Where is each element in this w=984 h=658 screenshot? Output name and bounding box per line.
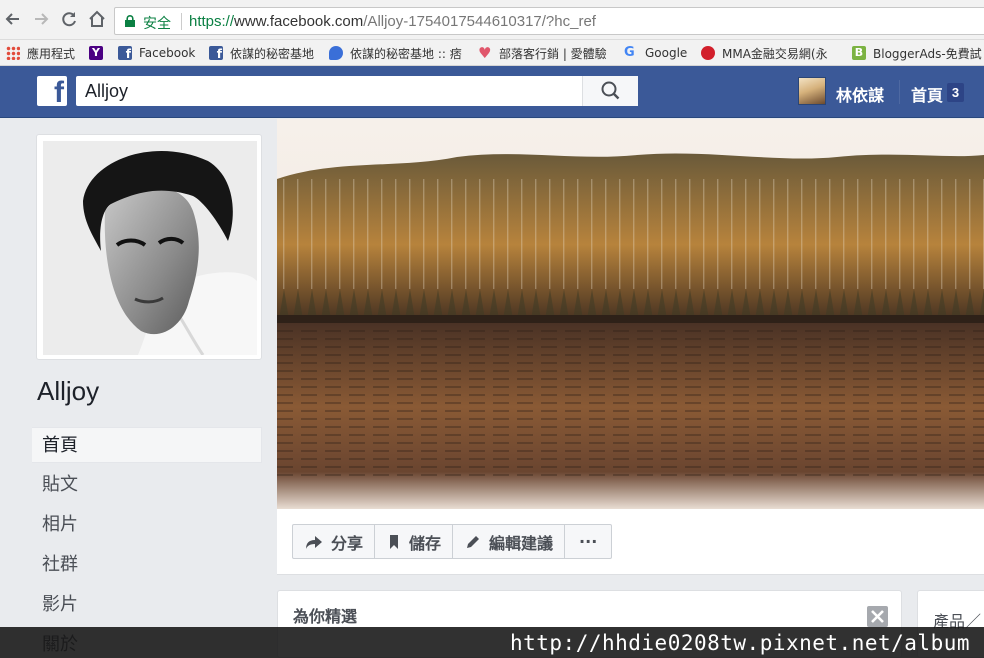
bookmarks-bar: 應用程式 Y f Facebook f 依謀的秘密基地 依謀的秘密基地 :: 痞… <box>0 40 984 66</box>
facebook-header: f 林依謀 首頁 3 <box>0 66 984 118</box>
nav-item-videos[interactable]: 影片 <box>32 587 262 623</box>
facebook-logo-icon[interactable]: f <box>37 76 67 109</box>
url-path: /Alljoy-1754017544610317/?hc_ref <box>363 13 596 30</box>
bookmark-mma[interactable]: MMA金融交易網(永 <box>701 44 828 62</box>
url-host: www.facebook.com <box>234 13 364 30</box>
page-title: Alljoy <box>37 376 100 406</box>
bookmark-label: Facebook <box>139 46 196 60</box>
bookmark-google[interactable]: G Google <box>624 44 687 62</box>
bookmark-icon <box>390 534 399 549</box>
bookmark-secret-base-pixnet[interactable]: 依謀的秘密基地 :: 痞 <box>329 44 462 62</box>
cover-photo[interactable] <box>277 119 984 509</box>
page-actions-bar: 分享 儲存 編輯建議 ··· <box>277 509 984 575</box>
bookmark-blogger-marketing[interactable]: ♥ 部落客行銷 | 愛體驗 <box>478 44 607 62</box>
url-protocol: https:// <box>189 13 235 30</box>
bookmark-secret-base[interactable]: f 依謀的秘密基地 <box>209 44 314 62</box>
reload-icon[interactable] <box>58 9 80 31</box>
suggest-edits-label: 編輯建議 <box>489 533 554 553</box>
more-icon: ··· <box>579 532 598 551</box>
page-profile-picture[interactable] <box>36 134 262 360</box>
search-button[interactable] <box>582 76 638 106</box>
divider <box>899 80 900 104</box>
share-button[interactable]: 分享 <box>293 525 376 558</box>
mma-icon <box>701 46 715 60</box>
bookmark-bloggerads[interactable]: B BloggerAds-免費試 <box>852 44 982 62</box>
facebook-icon: f <box>209 46 223 61</box>
more-button[interactable]: ··· <box>565 525 611 558</box>
bookmark-yahoo[interactable]: Y <box>89 44 110 62</box>
secure-label: 安全 <box>143 16 171 32</box>
pixnet-icon <box>329 46 343 60</box>
profile-photo <box>43 141 257 355</box>
nav-item-posts[interactable]: 貼文 <box>32 467 262 503</box>
home-count-badge: 3 <box>947 83 964 102</box>
home-link[interactable]: 首頁 <box>911 82 943 106</box>
close-icon[interactable] <box>867 606 888 627</box>
watermark-text: http://hhdie0208tw.pixnet.net/album <box>509 631 970 655</box>
back-icon[interactable] <box>2 9 24 31</box>
yahoo-icon: Y <box>89 46 103 60</box>
facebook-logo-letter: f <box>54 76 64 109</box>
nav-item-home[interactable]: 首頁 <box>32 427 262 463</box>
apps-grid-icon <box>6 46 20 60</box>
share-icon <box>306 535 322 549</box>
avatar[interactable] <box>798 77 826 105</box>
suggest-edits-button[interactable]: 編輯建議 <box>453 525 566 558</box>
divider <box>181 13 182 30</box>
search-icon <box>601 81 620 100</box>
bookmark-label: Google <box>645 46 688 60</box>
bookmark-label: MMA金融交易網(永 <box>722 46 828 61</box>
save-label: 儲存 <box>409 533 442 553</box>
address-bar[interactable]: 安全 https://www.facebook.com/Alljoy-17540… <box>114 7 984 35</box>
heart-icon: ♥ <box>478 44 492 62</box>
browser-toolbar: 安全 https://www.facebook.com/Alljoy-17540… <box>0 0 984 40</box>
google-icon: G <box>624 45 635 60</box>
search-bar <box>76 76 638 106</box>
forward-icon[interactable] <box>30 9 52 31</box>
bookmark-label: 部落客行銷 | 愛體驗 <box>499 46 607 61</box>
save-button[interactable]: 儲存 <box>375 525 454 558</box>
bookmark-apps[interactable]: 應用程式 <box>6 44 75 62</box>
pencil-icon <box>467 535 480 548</box>
share-label: 分享 <box>331 533 364 553</box>
bookmark-label: BloggerAds-免費試 <box>873 46 982 61</box>
home-icon[interactable] <box>86 9 108 31</box>
bookmark-label: 依謀的秘密基地 <box>230 46 315 61</box>
bloggerads-icon: B <box>852 46 866 60</box>
card-title: 為你精選 <box>293 607 358 626</box>
bookmark-label: 依謀的秘密基地 :: 痞 <box>350 46 462 61</box>
nav-item-community[interactable]: 社群 <box>32 547 262 583</box>
facebook-icon: f <box>118 46 132 61</box>
lock-icon <box>125 15 135 27</box>
search-input[interactable] <box>76 76 581 106</box>
url-text[interactable]: https://www.facebook.com/Alljoy-17540175… <box>189 13 596 30</box>
bookmark-label: 應用程式 <box>27 46 76 61</box>
profile-name-link[interactable]: 林依謀 <box>836 82 884 106</box>
bookmark-facebook[interactable]: f Facebook <box>118 44 195 62</box>
action-button-group: 分享 儲存 編輯建議 ··· <box>292 524 613 559</box>
watermark-band: http://hhdie0208tw.pixnet.net/album <box>0 627 984 658</box>
nav-item-photos[interactable]: 相片 <box>32 507 262 543</box>
